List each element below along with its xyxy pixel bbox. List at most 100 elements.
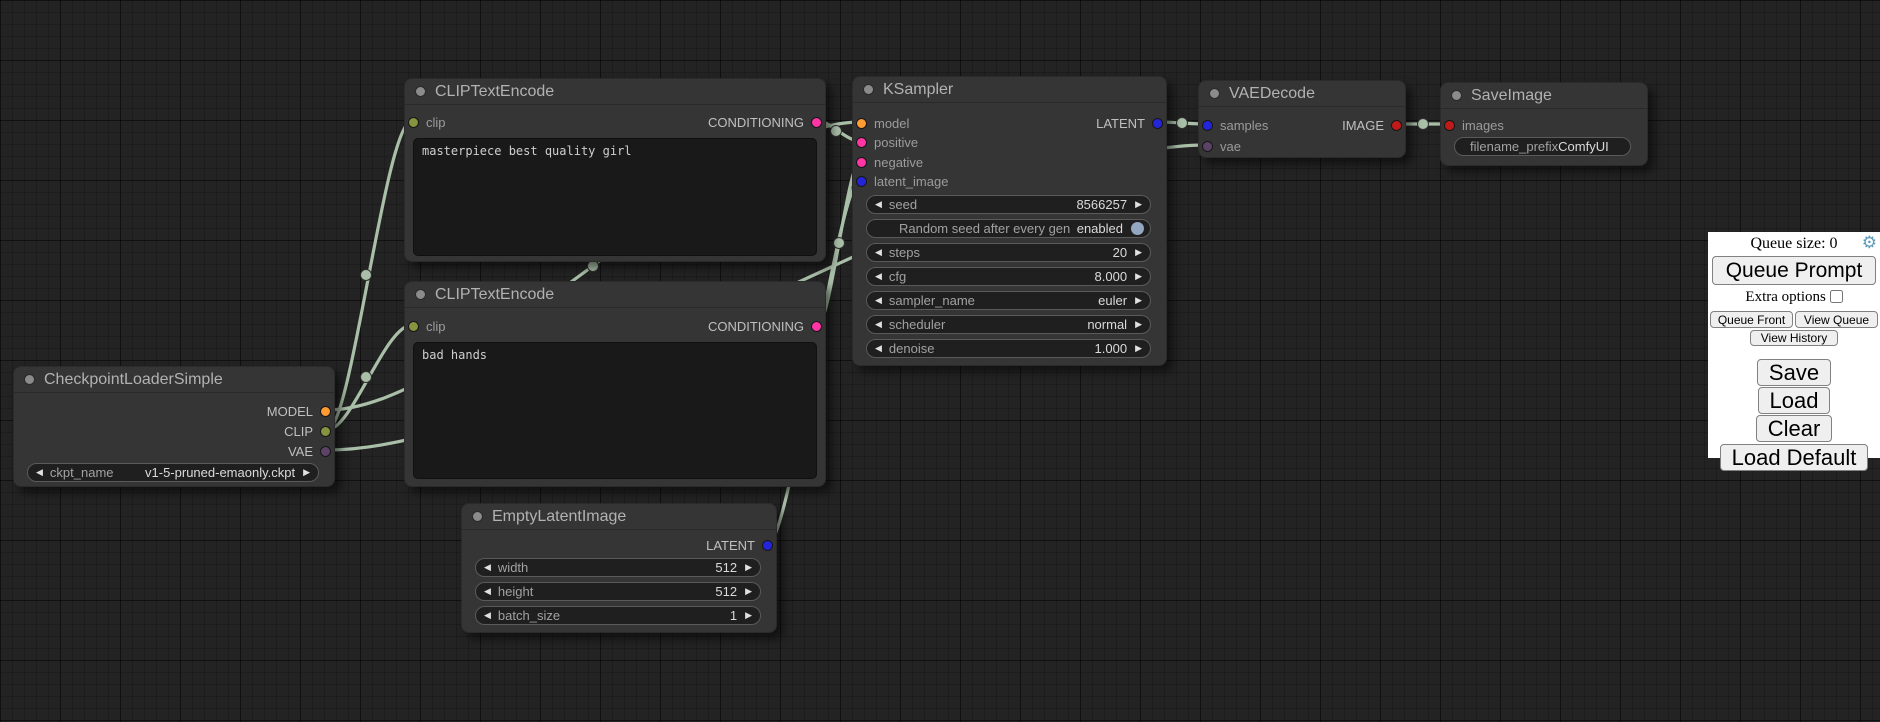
input-port-samples[interactable]: samples — [1202, 117, 1268, 133]
vae-port-dot[interactable] — [1202, 141, 1213, 152]
input-port-latent-image[interactable]: latent_image — [856, 173, 948, 189]
arrow-left-icon[interactable]: ◀ — [484, 582, 491, 601]
prompt-textarea[interactable]: masterpiece best quality girl — [413, 138, 817, 256]
latent-port-dot[interactable] — [762, 540, 773, 551]
node-checkpoint-loader[interactable]: CheckpointLoaderSimple MODEL CLIP VAE ◀ … — [13, 366, 335, 487]
node-empty-latent-image[interactable]: EmptyLatentImage LATENT ◀ width 512 ▶ ◀ … — [461, 503, 777, 633]
clip-port-dot[interactable] — [408, 117, 419, 128]
arrow-right-icon[interactable]: ▶ — [1135, 315, 1142, 334]
widget-denoise[interactable]: ◀ denoise 1.000 ▶ — [866, 339, 1151, 358]
queue-prompt-button[interactable]: Queue Prompt — [1712, 256, 1876, 285]
settings-gear-icon[interactable]: ⚙ — [1862, 233, 1877, 253]
node-title-bar[interactable]: VAEDecode — [1199, 81, 1405, 107]
conditioning-port-dot[interactable] — [811, 321, 822, 332]
clear-button[interactable]: Clear — [1756, 415, 1833, 442]
image-port-dot[interactable] — [1444, 120, 1455, 131]
conditioning-port-dot[interactable] — [856, 137, 867, 148]
link-midpoint-dot[interactable] — [361, 372, 372, 383]
latent-port-dot[interactable] — [1152, 118, 1163, 129]
widget-filename-prefix[interactable]: filename_prefix ComfyUI — [1454, 137, 1631, 156]
link-midpoint-dot[interactable] — [1418, 119, 1429, 130]
arrow-right-icon[interactable]: ▶ — [745, 582, 752, 601]
node-save-image[interactable]: SaveImage images filename_prefix ComfyUI — [1440, 82, 1648, 166]
output-port-image[interactable]: IMAGE — [1342, 117, 1402, 133]
save-button[interactable]: Save — [1757, 359, 1831, 386]
view-queue-button[interactable]: View Queue — [1795, 311, 1878, 328]
arrow-left-icon[interactable]: ◀ — [875, 315, 882, 334]
output-port-vae[interactable]: VAE — [288, 443, 331, 459]
output-port-conditioning[interactable]: CONDITIONING — [708, 318, 822, 334]
widget-ckpt-name[interactable]: ◀ ckpt_name v1-5-pruned-emaonly.ckpt ▶ — [27, 463, 319, 482]
model-port-dot[interactable] — [320, 406, 331, 417]
input-port-negative[interactable]: negative — [856, 154, 923, 170]
arrow-left-icon[interactable]: ◀ — [484, 558, 491, 577]
node-title-bar[interactable]: CLIPTextEncode — [405, 282, 825, 308]
output-port-latent[interactable]: LATENT — [706, 537, 773, 553]
arrow-right-icon[interactable]: ▶ — [1135, 339, 1142, 358]
comfyui-canvas[interactable]: { "canvas": { "background_color": "#2323… — [0, 0, 1880, 722]
widget-steps[interactable]: ◀ steps 20 ▶ — [866, 243, 1151, 262]
arrow-right-icon[interactable]: ▶ — [1135, 195, 1142, 214]
widget-scheduler[interactable]: ◀ scheduler normal ▶ — [866, 315, 1151, 334]
widget-sampler-name[interactable]: ◀ sampler_name euler ▶ — [866, 291, 1151, 310]
clip-port-dot[interactable] — [320, 426, 331, 437]
conditioning-port-dot[interactable] — [811, 117, 822, 128]
widget-seed[interactable]: ◀ seed 8566257 ▶ — [866, 195, 1151, 214]
image-port-dot[interactable] — [1391, 120, 1402, 131]
input-port-positive[interactable]: positive — [856, 134, 918, 150]
output-port-model[interactable]: MODEL — [267, 403, 331, 419]
latent-port-dot[interactable] — [856, 176, 867, 187]
latent-port-dot[interactable] — [1202, 120, 1213, 131]
arrow-right-icon[interactable]: ▶ — [745, 558, 752, 577]
input-port-images[interactable]: images — [1444, 117, 1504, 133]
node-title-bar[interactable]: KSampler — [853, 77, 1166, 103]
input-port-clip[interactable]: clip — [408, 114, 446, 130]
widget-cfg[interactable]: ◀ cfg 8.000 ▶ — [866, 267, 1151, 286]
clip-port-dot[interactable] — [408, 321, 419, 332]
model-port-dot[interactable] — [856, 118, 867, 129]
vae-port-dot[interactable] — [320, 446, 331, 457]
input-port-clip[interactable]: clip — [408, 318, 446, 334]
arrow-left-icon[interactable]: ◀ — [875, 243, 882, 262]
collapse-dot-icon[interactable] — [415, 289, 426, 300]
node-title-bar[interactable]: CLIPTextEncode — [405, 79, 825, 105]
input-port-vae[interactable]: vae — [1202, 138, 1241, 154]
link-midpoint-dot[interactable] — [834, 238, 845, 249]
link-midpoint-dot[interactable] — [1177, 118, 1188, 129]
queue-front-button[interactable]: Queue Front — [1710, 311, 1793, 328]
arrow-left-icon[interactable]: ◀ — [484, 606, 491, 625]
node-ksampler[interactable]: KSampler model positive negative latent_… — [852, 76, 1167, 366]
widget-batch-size[interactable]: ◀ batch_size 1 ▶ — [475, 606, 761, 625]
arrow-left-icon[interactable]: ◀ — [875, 267, 882, 286]
arrow-right-icon[interactable]: ▶ — [745, 606, 752, 625]
link-midpoint-dot[interactable] — [831, 126, 842, 137]
collapse-dot-icon[interactable] — [415, 86, 426, 97]
output-port-clip[interactable]: CLIP — [284, 423, 331, 439]
output-port-latent[interactable]: LATENT — [1096, 115, 1163, 131]
prompt-textarea[interactable]: bad hands — [413, 342, 817, 479]
toggle-dot[interactable] — [1131, 222, 1144, 235]
collapse-dot-icon[interactable] — [1451, 90, 1462, 101]
node-title-bar[interactable]: CheckpointLoaderSimple — [14, 367, 334, 393]
node-vae-decode[interactable]: VAEDecode samples vae IMAGE — [1198, 80, 1406, 158]
node-clip-text-encode-positive[interactable]: CLIPTextEncode clip CONDITIONING masterp… — [404, 78, 826, 262]
arrow-left-icon[interactable]: ◀ — [875, 291, 882, 310]
arrow-left-icon[interactable]: ◀ — [875, 195, 882, 214]
widget-random-seed-toggle[interactable]: Random seed after every gen enabled — [866, 219, 1151, 238]
link-midpoint-dot[interactable] — [588, 261, 599, 272]
arrow-right-icon[interactable]: ▶ — [1135, 267, 1142, 286]
output-port-conditioning[interactable]: CONDITIONING — [708, 114, 822, 130]
load-button[interactable]: Load — [1758, 387, 1831, 414]
input-port-model[interactable]: model — [856, 115, 909, 131]
collapse-dot-icon[interactable] — [863, 84, 874, 95]
link-midpoint-dot[interactable] — [361, 270, 372, 281]
node-clip-text-encode-negative[interactable]: CLIPTextEncode clip CONDITIONING bad han… — [404, 281, 826, 487]
collapse-dot-icon[interactable] — [472, 511, 483, 522]
collapse-dot-icon[interactable] — [1209, 88, 1220, 99]
collapse-dot-icon[interactable] — [24, 374, 35, 385]
arrow-left-icon[interactable]: ◀ — [36, 463, 43, 482]
node-title-bar[interactable]: EmptyLatentImage — [462, 504, 776, 530]
widget-width[interactable]: ◀ width 512 ▶ — [475, 558, 761, 577]
node-title-bar[interactable]: SaveImage — [1441, 83, 1647, 109]
conditioning-port-dot[interactable] — [856, 157, 867, 168]
